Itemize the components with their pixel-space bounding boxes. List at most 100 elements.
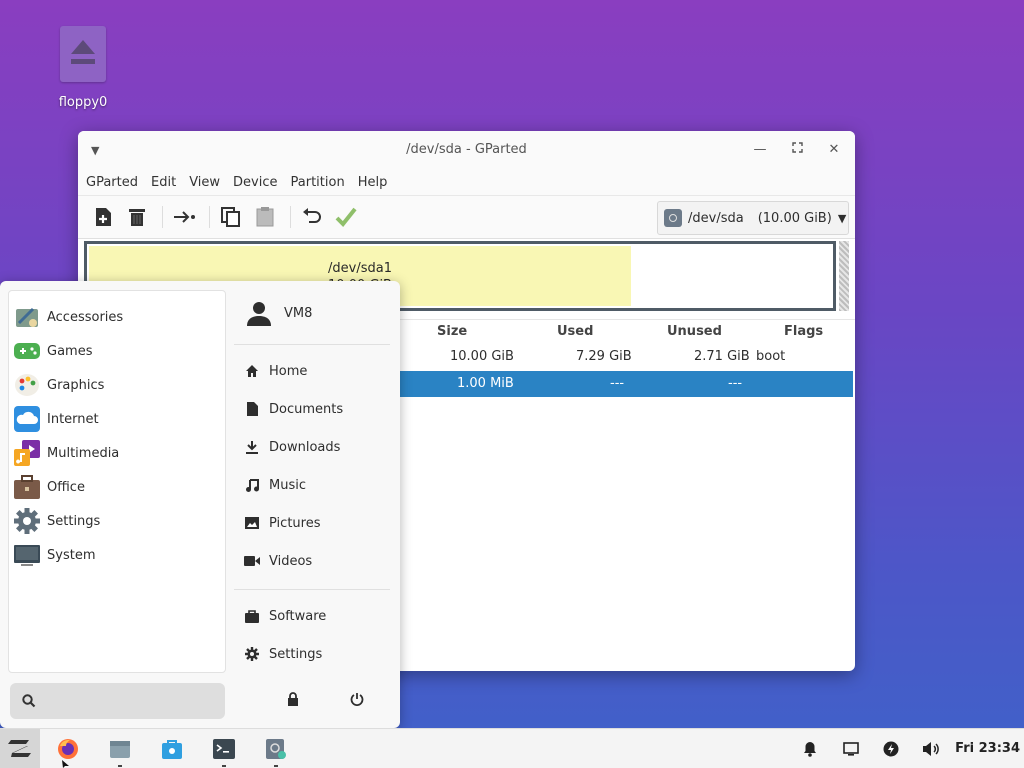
taskbar-software[interactable]: [158, 735, 186, 763]
power-button[interactable]: [345, 687, 369, 711]
screen-icon: [843, 742, 859, 756]
device-selector[interactable]: /dev/sda (10.00 GiB) ▼: [657, 201, 849, 235]
shopping-bag-icon: [244, 608, 260, 624]
place-downloads[interactable]: Downloads: [244, 434, 340, 460]
new-file-icon: [96, 208, 111, 226]
taskbar-gparted[interactable]: [262, 735, 290, 767]
paste-button[interactable]: [250, 202, 280, 232]
undo-button[interactable]: [297, 202, 327, 232]
column-header-size[interactable]: Size: [437, 324, 467, 339]
workspace-button[interactable]: [841, 739, 861, 759]
terminal-icon: [213, 739, 235, 759]
taskbar-files[interactable]: [106, 735, 134, 767]
category-label: Settings: [47, 513, 101, 529]
running-indicator: [274, 765, 278, 767]
start-button[interactable]: [0, 729, 40, 768]
running-indicator: [222, 765, 226, 767]
window-title: /dev/sda - GParted: [406, 142, 527, 157]
category-label: Games: [47, 343, 93, 359]
app-label: Software: [269, 608, 327, 624]
menu-gparted[interactable]: GParted: [86, 175, 138, 190]
category-games[interactable]: Games: [13, 336, 221, 366]
music-note-icon: [244, 477, 260, 493]
accessories-icon: [16, 307, 38, 327]
search-box[interactable]: [10, 683, 225, 719]
menu-view[interactable]: View: [189, 175, 220, 190]
copy-button[interactable]: [216, 202, 246, 232]
checkmark-icon: [335, 207, 357, 227]
new-partition-button[interactable]: [88, 202, 118, 232]
start-menu: Accessories Games Graphics Internet Mult…: [0, 281, 400, 728]
category-internet[interactable]: Internet: [13, 404, 221, 434]
apply-button[interactable]: [331, 202, 361, 232]
place-label: Documents: [269, 401, 344, 417]
column-header-used[interactable]: Used: [557, 324, 593, 339]
unallocated-strip: [839, 241, 849, 311]
paste-icon: [256, 207, 274, 227]
category-settings[interactable]: Settings: [13, 506, 221, 536]
column-header-flags[interactable]: Flags: [784, 324, 823, 339]
desktop-icon-floppy0[interactable]: floppy0: [52, 26, 114, 110]
menu-device[interactable]: Device: [233, 175, 277, 190]
palette-icon: [15, 374, 39, 396]
category-multimedia[interactable]: Multimedia: [13, 438, 221, 468]
place-documents[interactable]: Documents: [244, 396, 343, 422]
cell-used: ---: [610, 376, 625, 391]
harddisk-icon: [664, 209, 682, 227]
place-home[interactable]: Home: [244, 358, 307, 384]
place-videos[interactable]: Videos: [244, 548, 312, 574]
close-button[interactable]: ✕: [824, 140, 844, 160]
clock[interactable]: Fri 23:34: [955, 741, 1020, 756]
category-accessories[interactable]: Accessories: [13, 302, 221, 332]
category-label: Internet: [47, 411, 99, 427]
minimize-button[interactable]: —: [750, 140, 770, 160]
picture-icon: [244, 515, 260, 531]
delete-partition-button[interactable]: [122, 202, 152, 232]
app-label: Settings: [269, 646, 323, 662]
user-row[interactable]: VM8: [246, 298, 312, 328]
speaker-icon: [923, 742, 939, 756]
category-system[interactable]: System: [13, 540, 221, 570]
zorin-logo-icon: [8, 740, 31, 757]
column-header-unused[interactable]: Unused: [667, 324, 722, 339]
gear-icon: [244, 646, 260, 662]
place-music[interactable]: Music: [244, 472, 306, 498]
menu-partition[interactable]: Partition: [291, 175, 345, 190]
resize-arrow-icon: [174, 211, 195, 223]
partition-name: /dev/sda1: [328, 261, 392, 276]
category-label: Accessories: [47, 309, 124, 325]
place-pictures[interactable]: Pictures: [244, 510, 320, 536]
gamepad-icon: [14, 343, 40, 359]
titlebar: ▼ /dev/sda - GParted — ✕: [78, 131, 855, 169]
menu-help[interactable]: Help: [358, 175, 388, 190]
power-status-button[interactable]: [881, 739, 901, 759]
maximize-button[interactable]: [787, 140, 807, 160]
resize-move-button[interactable]: [169, 202, 199, 232]
cell-unused: ---: [728, 376, 743, 391]
document-icon: [244, 401, 260, 417]
category-label: Multimedia: [47, 445, 120, 461]
place-label: Downloads: [269, 439, 341, 455]
app-settings[interactable]: Settings: [244, 641, 322, 667]
taskbar-terminal[interactable]: [210, 735, 238, 767]
running-indicator: [118, 765, 122, 767]
cell-used: 7.29 GiB: [576, 349, 632, 364]
trash-icon: [129, 209, 145, 226]
briefcase-icon: [14, 475, 40, 499]
volume-button[interactable]: [921, 739, 941, 759]
place-label: Music: [269, 477, 306, 493]
lock-button[interactable]: [281, 687, 305, 711]
notifications-button[interactable]: [800, 739, 820, 759]
menu-edit[interactable]: Edit: [151, 175, 176, 190]
cell-size: 10.00 GiB: [450, 349, 514, 364]
mouse-cursor-icon: [62, 760, 69, 768]
category-graphics[interactable]: Graphics: [13, 370, 221, 400]
download-icon: [244, 439, 260, 455]
toolbar-separator: [209, 206, 210, 228]
multimedia-icon: [14, 440, 40, 466]
taskbar-firefox[interactable]: [54, 735, 82, 763]
app-software[interactable]: Software: [244, 603, 326, 629]
search-input[interactable]: [44, 693, 214, 709]
category-list: Accessories Games Graphics Internet Mult…: [8, 290, 226, 673]
category-office[interactable]: Office: [13, 472, 221, 502]
